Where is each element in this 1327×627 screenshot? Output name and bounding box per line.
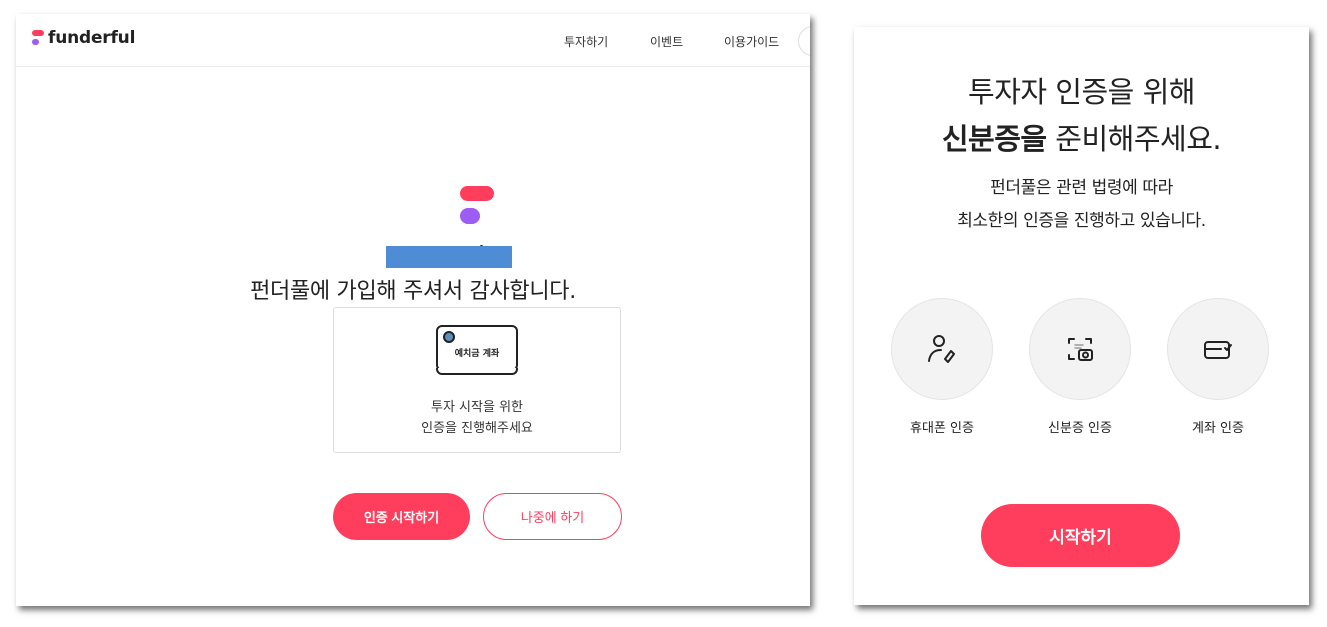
info-text-line-1: 투자 시작을 위한	[431, 400, 523, 415]
nav-item-event[interactable]: 이벤트	[650, 33, 683, 50]
person-icon	[928, 335, 955, 363]
step-circle	[1029, 298, 1131, 400]
nav-item-guide[interactable]: 이용가이드	[724, 33, 779, 50]
logo[interactable]: funderful	[32, 28, 135, 48]
card-label: 예치금 계좌	[454, 349, 500, 359]
later-button[interactable]: 나중에 하기	[483, 493, 622, 540]
nav-item-invest[interactable]: 투자하기	[564, 33, 608, 50]
logo-mark-icon	[32, 30, 44, 46]
step-label: 계좌 인증	[1192, 421, 1244, 436]
step-label: 신분증 인증	[1048, 421, 1112, 436]
wallet-icon	[1204, 341, 1232, 359]
desktop-screen: funderful 투자하기 이벤트 이용가이드 님 펀더풀에 가입해 주셔서 …	[16, 14, 810, 606]
card-dot-icon	[443, 331, 455, 343]
title-line-2: 신분증을 준비해주세요.	[854, 116, 1309, 158]
title-bold: 신분증을	[941, 122, 1047, 156]
start-button[interactable]: 시작하기	[981, 504, 1180, 567]
step-label: 휴대폰 인증	[910, 421, 974, 436]
subtitle-line-1: 펀더풀은 관련 법령에 따라	[990, 178, 1173, 198]
info-text-line-2: 인증을 진행해주세요	[421, 421, 533, 436]
logo-text: funderful	[48, 28, 136, 48]
welcome-message: 펀더풀에 가입해 주셔서 감사합니다.	[250, 279, 576, 304]
step-circle	[1167, 298, 1269, 400]
step-id: 신분증 인증	[1029, 298, 1131, 436]
title-rest: 준비해주세요.	[1046, 122, 1222, 156]
deposit-account-card-icon: 예치금 계좌	[436, 325, 518, 371]
profile-button[interactable]	[798, 26, 810, 56]
step-account: 계좌 인증	[1167, 298, 1269, 436]
step-phone: 휴대폰 인증	[891, 298, 993, 436]
step-circle	[891, 298, 993, 400]
card-base	[436, 368, 518, 375]
subtitle-line-2: 최소한의 인증을 진행하고 있습니다.	[957, 211, 1206, 231]
mobile-screen: 투자자 인증을 위해 신분증을 준비해주세요. 펀더풀은 관련 법령에 따라 최…	[854, 27, 1309, 605]
start-verification-button[interactable]: 인증 시작하기	[333, 493, 470, 540]
id-scan-icon	[1068, 338, 1093, 361]
brand-symbol-icon	[460, 186, 494, 226]
verification-info-box: 예치금 계좌 투자 시작을 위한 인증을 진행해주세요	[333, 307, 621, 453]
redacted-name	[386, 246, 512, 268]
top-navigation: funderful 투자하기 이벤트 이용가이드	[16, 14, 810, 67]
title-line-1: 투자자 인증을 위해	[968, 75, 1195, 109]
